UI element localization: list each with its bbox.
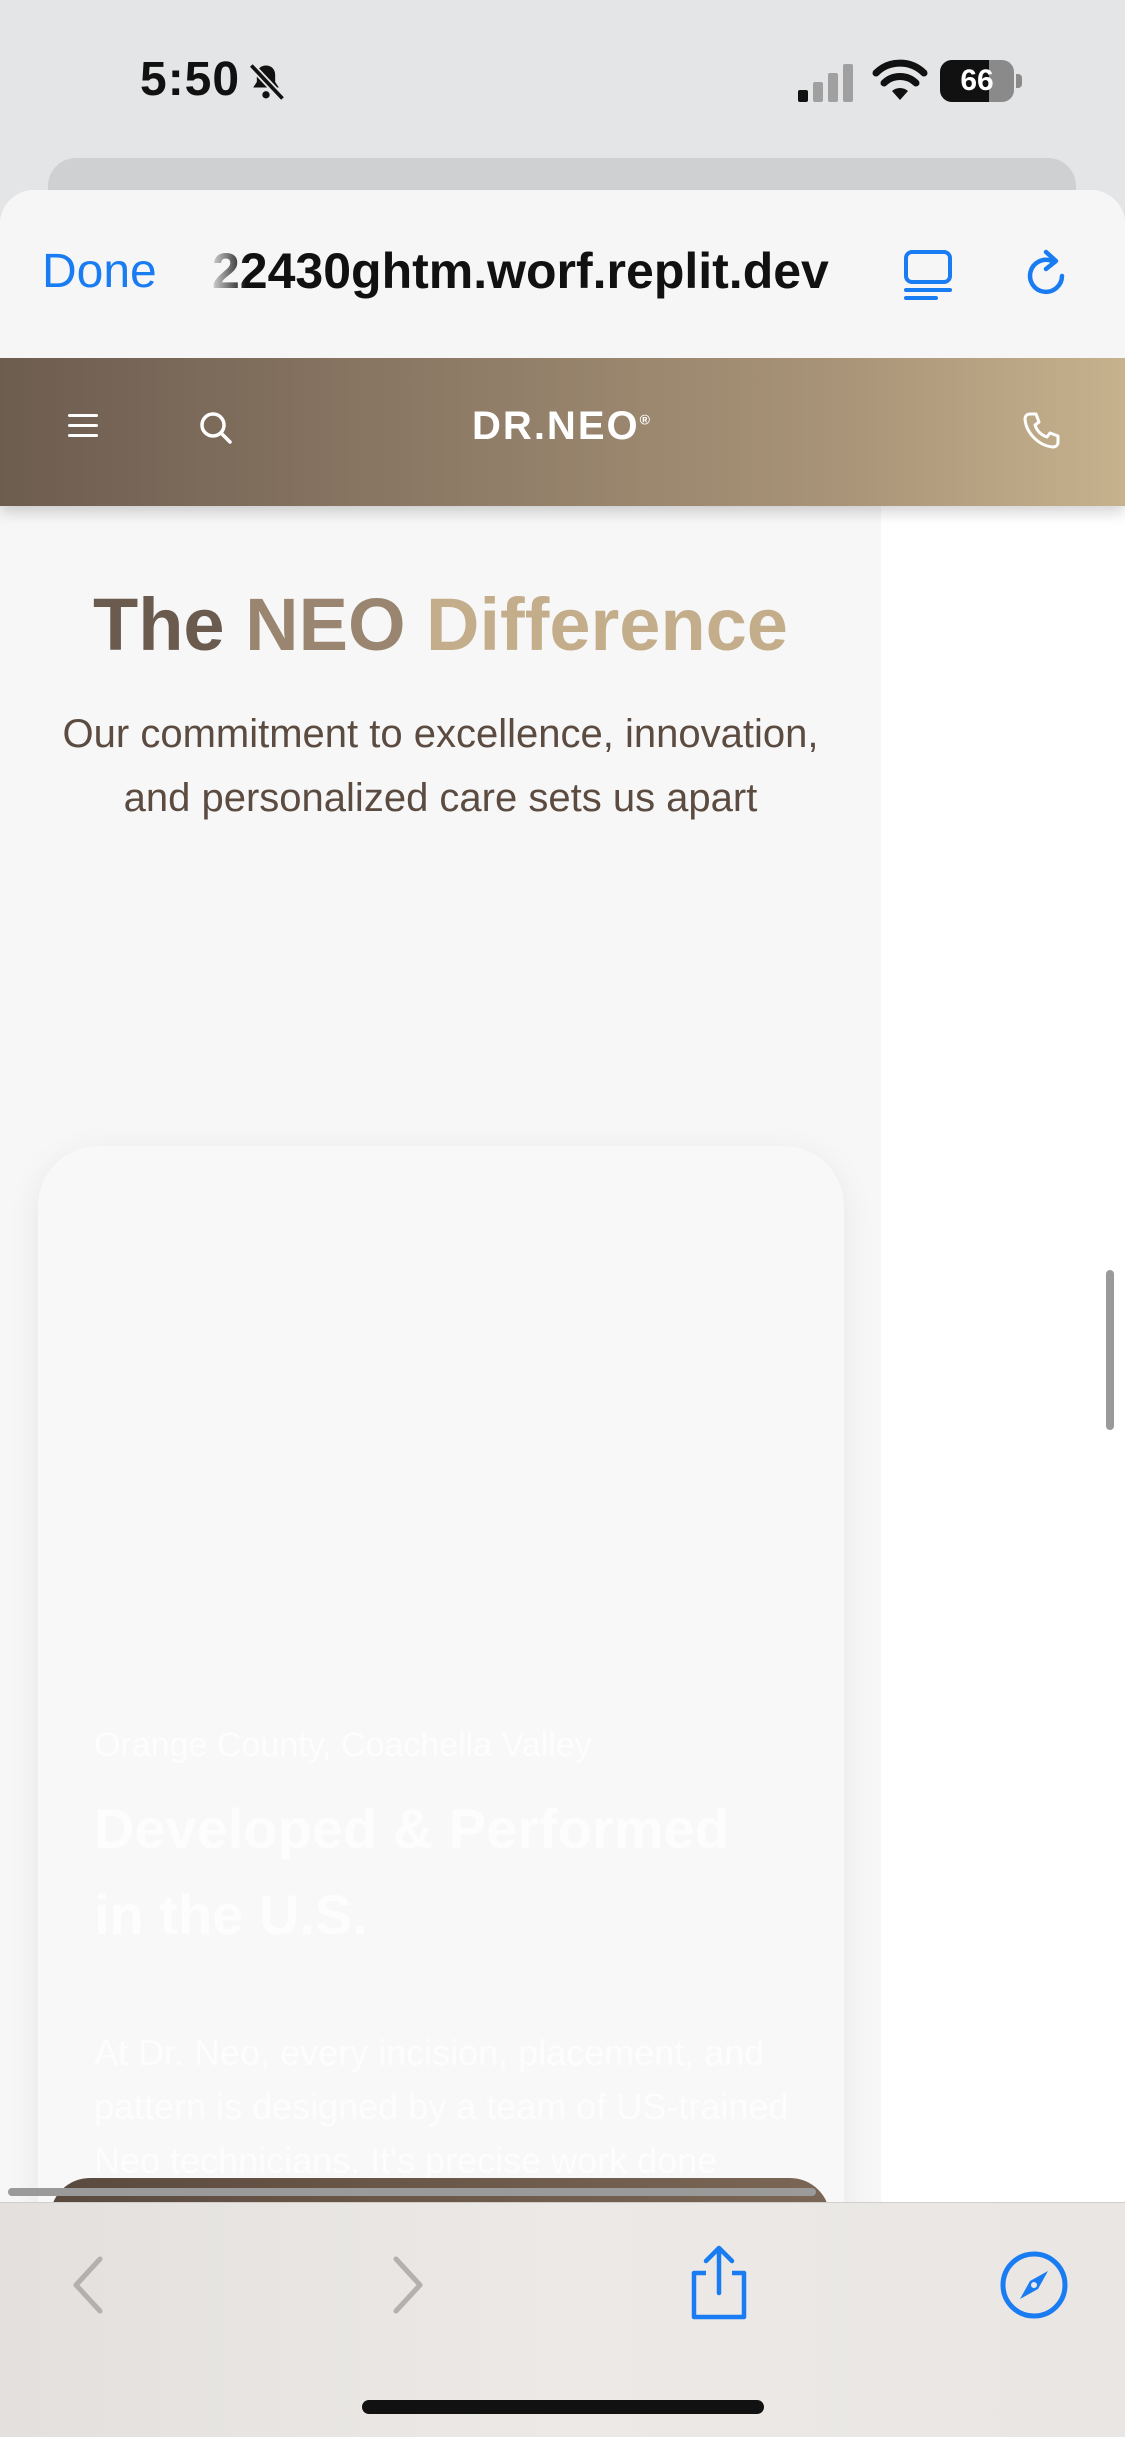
reload-icon[interactable] bbox=[1016, 246, 1076, 306]
cellular-signal-icon bbox=[798, 64, 853, 102]
title-part-neo: NEO bbox=[245, 583, 406, 666]
hamburger-menu-icon[interactable] bbox=[68, 410, 102, 444]
battery-level: 66 bbox=[960, 64, 994, 97]
status-time: 5:50 bbox=[140, 53, 241, 106]
vertical-scrollbar[interactable] bbox=[1106, 1270, 1114, 1430]
site-header: DR.NEO® bbox=[0, 358, 1125, 506]
logo-mark: ® bbox=[639, 411, 652, 428]
logo-text: DR.NEO bbox=[472, 404, 640, 448]
url-fade bbox=[206, 238, 246, 302]
card-title: Developed & Performed in the U.S. bbox=[94, 1797, 729, 1946]
search-icon[interactable] bbox=[196, 408, 236, 448]
home-indicator[interactable] bbox=[362, 2400, 764, 2414]
phone-icon[interactable] bbox=[1020, 408, 1064, 452]
feature-card[interactable]: Orange County, Coachella Valley Develope… bbox=[38, 1146, 844, 2206]
title-part-difference: Difference bbox=[405, 583, 788, 666]
share-icon[interactable] bbox=[684, 2243, 754, 2323]
card-location: Orange County, Coachella Valley bbox=[94, 1726, 592, 1764]
url-text[interactable]: 22430ghtm.worf.replit.dev bbox=[212, 242, 854, 300]
back-arrow-icon[interactable] bbox=[66, 2253, 110, 2317]
horizontal-scrollbar[interactable] bbox=[8, 2188, 816, 2196]
site-logo[interactable]: DR.NEO® bbox=[412, 404, 712, 449]
forward-arrow-icon[interactable] bbox=[386, 2253, 430, 2317]
web-page: DR.NEO® The NEO Difference Our commitmen… bbox=[0, 358, 1125, 2206]
browser-sheet: Done 22430ghtm.worf.replit.dev DR.NEO® T… bbox=[0, 190, 1125, 2436]
status-bar: 5:50 66 bbox=[0, 0, 1125, 150]
title-part-the: The bbox=[93, 583, 246, 666]
bell-slash-icon bbox=[248, 62, 286, 102]
wifi-icon bbox=[872, 59, 928, 100]
reader-icon[interactable] bbox=[900, 246, 956, 302]
browser-url-bar: Done 22430ghtm.worf.replit.dev bbox=[0, 190, 1125, 358]
section-subtitle: Our commitment to excellence, innovation… bbox=[62, 712, 819, 820]
section-title: The NEO Difference bbox=[0, 582, 881, 667]
battery-icon: 66 bbox=[940, 60, 1022, 102]
done-button[interactable]: Done bbox=[42, 244, 157, 299]
compass-icon[interactable] bbox=[998, 2249, 1070, 2321]
